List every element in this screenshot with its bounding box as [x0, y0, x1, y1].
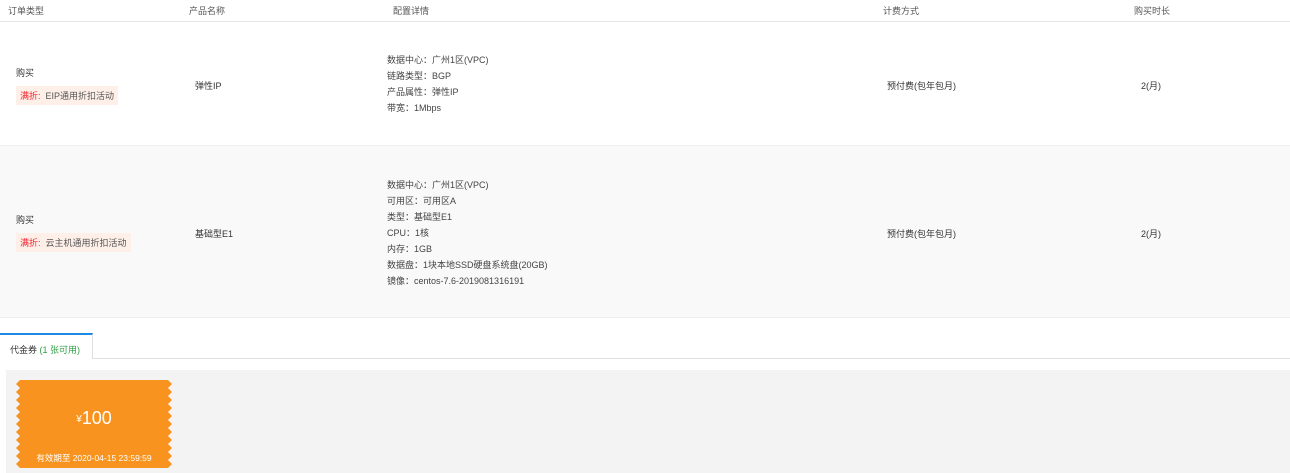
table-row: 购买 满折: 云主机通用折扣活动 基础型E1 数据中心：广州1区(VPC) 可用…	[0, 146, 1290, 318]
product-name: 基础型E1	[195, 229, 234, 239]
promo-tag: 满折: 云主机通用折扣活动	[16, 233, 131, 252]
table-header: 订单类型 产品名称 配置详情 计费方式 购买时长	[0, 0, 1290, 22]
billing-method: 预付费(包年包月)	[887, 229, 956, 239]
header-purchase-duration: 购买时长	[1134, 6, 1171, 16]
header-product-name: 产品名称	[189, 6, 226, 16]
product-name: 弹性IP	[195, 81, 222, 91]
header-billing-method: 计费方式	[883, 6, 920, 16]
header-order-type: 订单类型	[8, 6, 45, 16]
voucher-value: 100	[81, 408, 112, 428]
config-line: CPU：1核	[387, 228, 430, 238]
order-type-cell: 购买 满折: 云主机通用折扣活动	[16, 213, 131, 252]
voucher-card[interactable]: ¥100 有效期至 2020-04-15 23:59:59	[16, 380, 172, 468]
promo-value: EIP通用折扣活动	[45, 91, 115, 101]
table-row: 购买 满折: EIP通用折扣活动 弹性IP 数据中心：广州1区(VPC) 链路类…	[0, 22, 1290, 146]
promo-key: 满折:	[20, 91, 41, 101]
config-line: 数据中心：广州1区(VPC)	[387, 55, 489, 65]
tab-vouchers[interactable]: 代金券 (1 张可用)	[0, 333, 93, 359]
purchase-duration: 2(月)	[1141, 81, 1161, 91]
tab-vouchers-count: (1 张可用)	[39, 345, 81, 355]
config-line: 产品属性：弹性IP	[387, 87, 459, 97]
config-line: 带宽：1Mbps	[387, 103, 442, 113]
voucher-expiry: 有效期至 2020-04-15 23:59:59	[36, 453, 152, 463]
order-type-cell: 购买 满折: EIP通用折扣活动	[16, 66, 119, 105]
billing-method: 预付费(包年包月)	[887, 81, 956, 91]
promo-value: 云主机通用折扣活动	[45, 238, 127, 248]
config-line: 数据中心：广州1区(VPC)	[387, 180, 489, 190]
config-line: 可用区：可用区A	[387, 196, 457, 206]
voucher-tabs: 代金券 (1 张可用)	[0, 333, 1290, 359]
promo-key: 满折:	[20, 238, 41, 248]
voucher-amount: ¥100	[16, 408, 172, 429]
tab-vouchers-label: 代金券	[10, 345, 38, 355]
config-details: 数据中心：广州1区(VPC) 可用区：可用区A 类型：基础型E1 CPU：1核 …	[387, 177, 548, 289]
config-line: 链路类型：BGP	[387, 71, 452, 81]
header-config-details: 配置详情	[393, 6, 430, 16]
voucher-list: ¥100 有效期至 2020-04-15 23:59:59	[6, 370, 1290, 473]
config-line: 数据盘：1块本地SSD硬盘系统盘(20GB)	[387, 260, 548, 270]
order-type-label: 购买	[16, 68, 35, 78]
config-line: 类型：基础型E1	[387, 212, 453, 222]
purchase-duration: 2(月)	[1141, 229, 1161, 239]
config-line: 内存：1GB	[387, 244, 433, 254]
config-details: 数据中心：广州1区(VPC) 链路类型：BGP 产品属性：弹性IP 带宽：1Mb…	[387, 52, 489, 116]
order-type-label: 购买	[16, 215, 35, 225]
promo-tag: 满折: EIP通用折扣活动	[16, 86, 119, 105]
config-line: 镜像：centos-7.6-2019081316191	[387, 276, 525, 286]
